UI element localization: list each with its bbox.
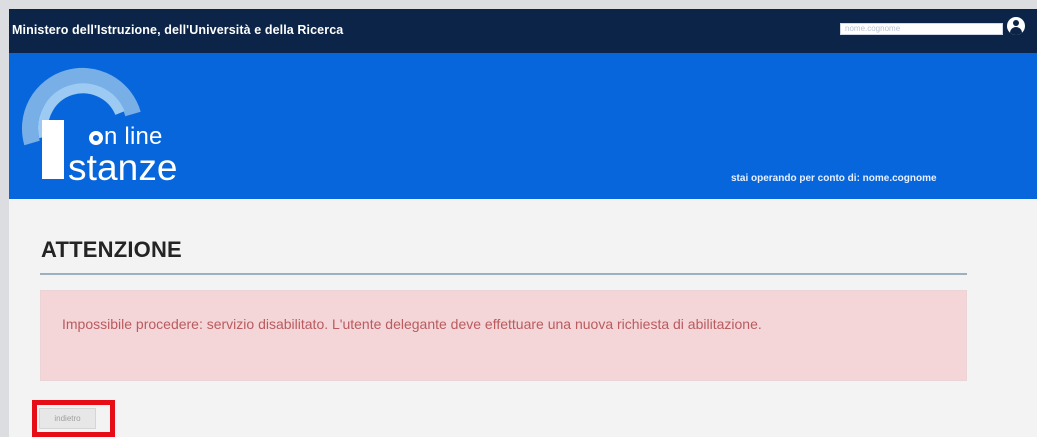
alert-message: Impossibile procedere: servizio disabili… [62,316,762,332]
ministry-name: Ministero dell'Istruzione, dell'Universi… [12,23,344,37]
title-divider [40,273,967,275]
operating-for-text: stai operando per conto di: nome.cognome [731,173,937,184]
user-icon[interactable] [1007,17,1025,35]
hero-banner: n line stanze stai operando per conto di… [9,53,1037,199]
browser-window: Ministero dell'Istruzione, dell'Universi… [9,9,1037,437]
username-field[interactable]: nome.cognome [840,23,1003,35]
user-head [1013,20,1019,26]
main-content: ATTENZIONE Impossibile procedere: serviz… [9,199,1037,437]
error-alert: Impossibile procedere: servizio disabili… [40,290,967,381]
page-title: ATTENZIONE [41,237,182,262]
top-bar: Ministero dell'Istruzione, dell'Universi… [9,9,1037,53]
user-body [1010,27,1022,35]
back-button[interactable]: indietro [39,408,96,429]
logo-stanze-text: stanze [68,147,178,188]
